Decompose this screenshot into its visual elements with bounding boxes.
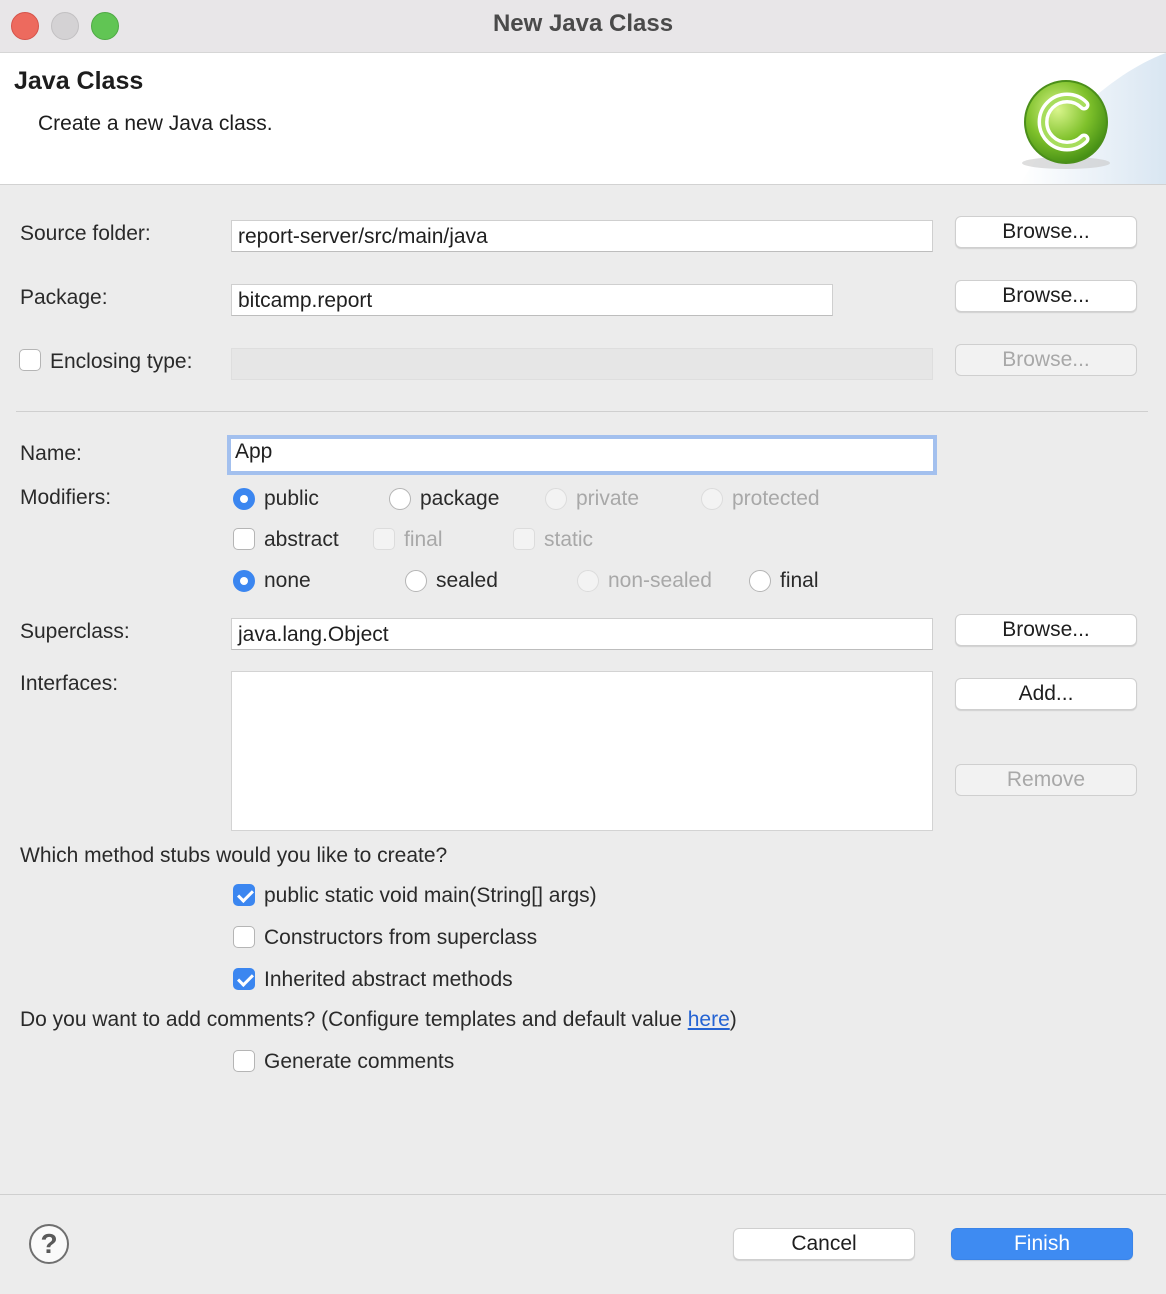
window-title: New Java Class bbox=[492, 10, 674, 37]
footer-divider bbox=[0, 1194, 1166, 1195]
enclosing-type-checkbox[interactable] bbox=[19, 349, 41, 371]
modifier-static-label: static bbox=[544, 528, 594, 551]
modifier-abstract-label: abstract bbox=[264, 528, 339, 551]
finish-button[interactable]: Finish bbox=[951, 1228, 1133, 1260]
method-stubs-question: Which method stubs would you like to cre… bbox=[20, 844, 448, 867]
java-class-wizard-icon bbox=[1020, 53, 1166, 184]
modifier-static-checkbox bbox=[513, 528, 535, 550]
sealing-sealed-label: sealed bbox=[436, 569, 498, 592]
comments-question-text: Do you want to add comments? (Configure … bbox=[20, 1008, 688, 1031]
wizard-page-title: Java Class bbox=[14, 67, 144, 95]
superclass-label: Superclass: bbox=[20, 620, 130, 643]
source-folder-label: Source folder: bbox=[20, 222, 151, 245]
generate-comments-label: Generate comments bbox=[264, 1050, 455, 1073]
stub-constructors-label: Constructors from superclass bbox=[264, 926, 538, 949]
sealing-none-radio[interactable] bbox=[233, 570, 255, 592]
interfaces-add-button[interactable]: Add... bbox=[955, 678, 1137, 710]
superclass-input[interactable]: java.lang.Object bbox=[231, 618, 933, 650]
generate-comments-checkbox[interactable] bbox=[233, 1050, 255, 1072]
package-browse-button[interactable]: Browse... bbox=[955, 280, 1137, 312]
comments-question-suffix: ) bbox=[729, 1008, 737, 1031]
configure-templates-link[interactable]: here bbox=[688, 1008, 730, 1031]
stub-inherited-label: Inherited abstract methods bbox=[264, 968, 513, 991]
stub-main-checkbox[interactable] bbox=[233, 884, 255, 906]
section-divider bbox=[16, 411, 1148, 412]
source-folder-input[interactable]: report-server/src/main/java bbox=[231, 220, 933, 252]
title-bar: New Java Class bbox=[0, 0, 1166, 53]
modifiers-label: Modifiers: bbox=[20, 486, 112, 509]
wizard-header: Java Class Create a new Java class. bbox=[0, 53, 1166, 185]
modifier-abstract-checkbox[interactable] bbox=[233, 528, 255, 550]
cancel-button[interactable]: Cancel bbox=[733, 1228, 915, 1260]
modifier-final-label: final bbox=[404, 528, 443, 551]
comments-question: Do you want to add comments? (Configure … bbox=[20, 1008, 737, 1032]
modifier-public-radio[interactable] bbox=[233, 488, 255, 510]
stub-inherited-checkbox[interactable] bbox=[233, 968, 255, 990]
help-icon[interactable]: ? bbox=[29, 1224, 69, 1264]
wizard-page-description: Create a new Java class. bbox=[38, 112, 273, 135]
superclass-browse-button[interactable]: Browse... bbox=[955, 614, 1137, 646]
modifier-protected-label: protected bbox=[732, 487, 820, 510]
source-folder-browse-button[interactable]: Browse... bbox=[955, 216, 1137, 248]
sealing-final-label: final bbox=[780, 569, 819, 592]
modifier-private-radio bbox=[545, 488, 567, 510]
sealing-non-sealed-label: non-sealed bbox=[608, 569, 712, 592]
stub-constructors-checkbox[interactable] bbox=[233, 926, 255, 948]
sealing-sealed-radio[interactable] bbox=[405, 570, 427, 592]
name-label: Name: bbox=[20, 442, 82, 465]
sealing-final-radio[interactable] bbox=[749, 570, 771, 592]
modifier-protected-radio bbox=[701, 488, 723, 510]
interfaces-remove-button: Remove bbox=[955, 764, 1137, 796]
modifier-private-label: private bbox=[576, 487, 640, 510]
class-name-input[interactable]: App bbox=[227, 435, 937, 475]
interfaces-list[interactable] bbox=[231, 671, 933, 831]
package-label: Package: bbox=[20, 286, 108, 309]
stub-main-label: public static void main(String[] args) bbox=[264, 884, 597, 907]
modifier-final-checkbox bbox=[373, 528, 395, 550]
modifier-public-label: public bbox=[264, 487, 319, 510]
sealing-non-sealed-radio bbox=[577, 570, 599, 592]
enclosing-type-label: Enclosing type: bbox=[50, 350, 193, 373]
modifier-package-label: package bbox=[420, 487, 500, 510]
sealing-none-label: none bbox=[264, 569, 311, 592]
package-input[interactable]: bitcamp.report bbox=[231, 284, 833, 316]
modifier-package-radio[interactable] bbox=[389, 488, 411, 510]
new-java-class-dialog: New Java Class Java Class Create a new J… bbox=[0, 0, 1166, 1294]
interfaces-label: Interfaces: bbox=[20, 672, 119, 695]
enclosing-type-browse-button: Browse... bbox=[955, 344, 1137, 376]
enclosing-type-input bbox=[231, 348, 933, 380]
